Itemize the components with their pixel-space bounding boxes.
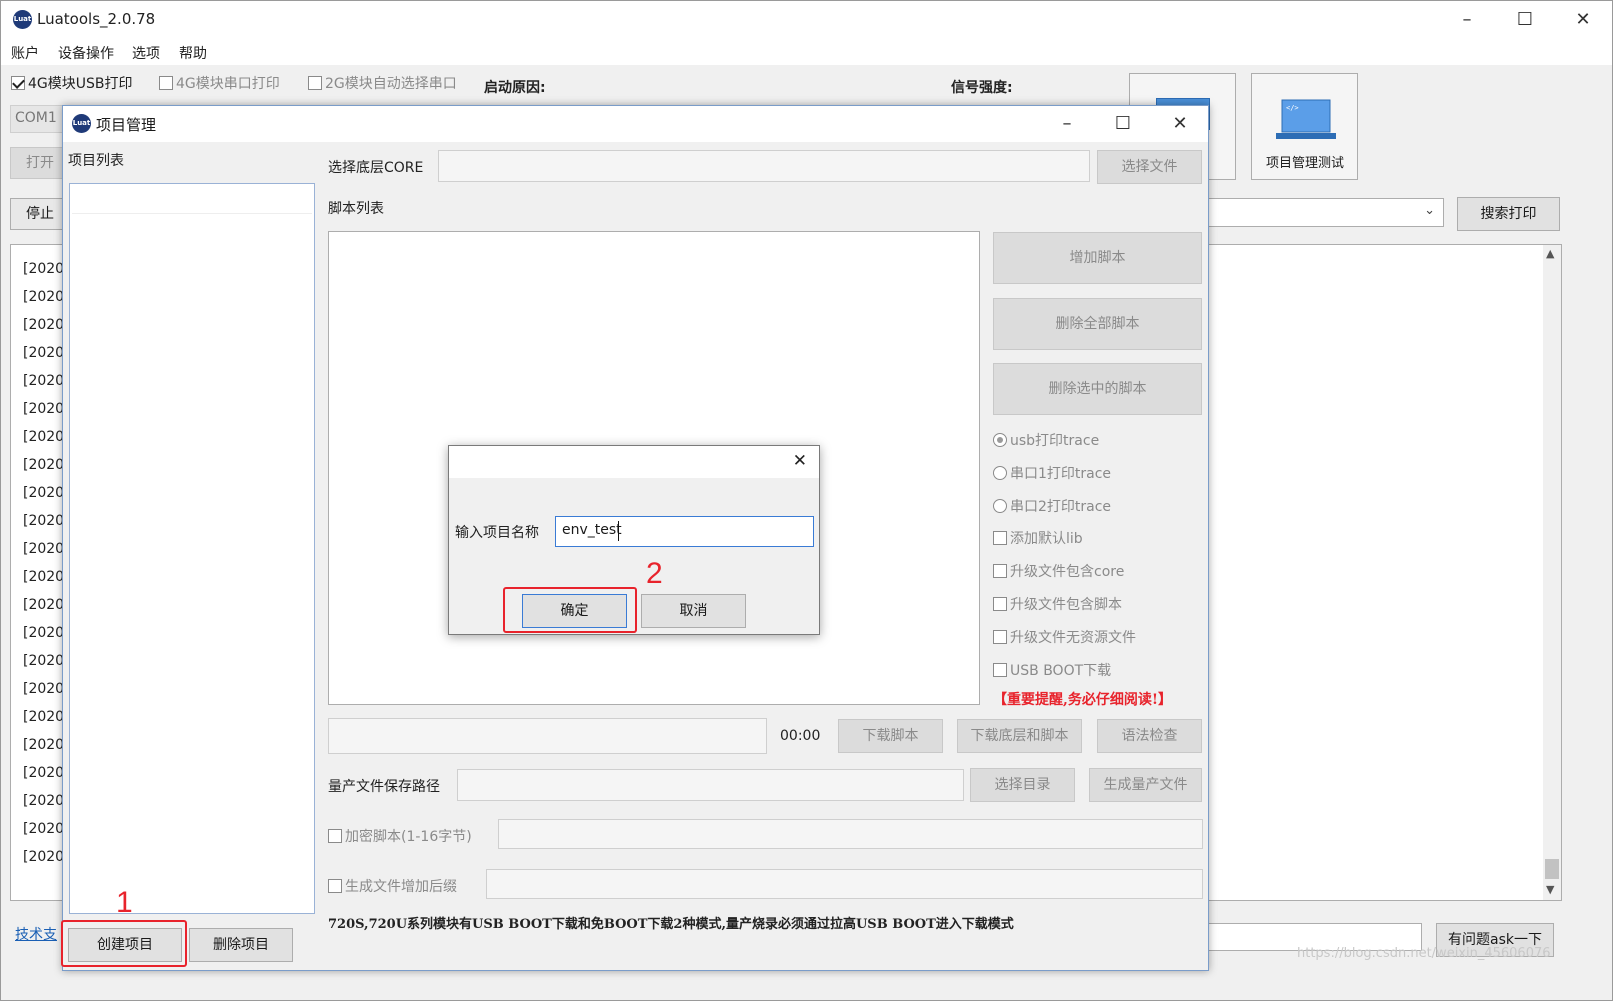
footer-note: 720S,720U系列模块有USB BOOT下载和免BOOT下载2种模式,量产烧…: [328, 917, 1014, 932]
download-progress-bar: [328, 718, 767, 754]
scroll-up-icon[interactable]: ▲: [1546, 247, 1554, 260]
include-script-option[interactable]: 升级文件包含脚本: [993, 594, 1122, 614]
signal-strength-label: 信号强度:: [951, 80, 1013, 96]
menu-bar: 账户 设备操作 选项 帮助: [1, 39, 1612, 65]
select-dir-button[interactable]: 选择目录: [970, 768, 1075, 802]
luat-logo-icon: Luat: [72, 114, 91, 133]
production-path-field[interactable]: [457, 769, 964, 801]
checkbox-icon[interactable]: [328, 829, 342, 843]
app-title: Luatools_2.0.78: [37, 10, 156, 28]
maximize-icon[interactable]: ☐: [1496, 1, 1554, 39]
select-core-label: 选择底层CORE: [328, 160, 424, 176]
menu-help[interactable]: 帮助: [179, 43, 207, 63]
include-core-option[interactable]: 升级文件包含core: [993, 561, 1124, 581]
menu-options[interactable]: 选项: [132, 43, 160, 63]
svg-text:</>: </>: [1286, 104, 1299, 112]
checkbox-icon[interactable]: [993, 630, 1007, 644]
step1-number: 1: [116, 886, 133, 919]
usb-boot-option[interactable]: USB BOOT下载: [993, 660, 1111, 680]
boot-reason-label: 启动原因:: [484, 80, 546, 96]
serial-print-option[interactable]: 4G模块串口打印: [159, 73, 280, 93]
main-title-bar: Luat Luatools_2.0.78 – ☐ ✕: [1, 1, 1612, 39]
project-test-label: 项目管理测试: [1266, 156, 1345, 171]
add-script-button[interactable]: 增加脚本: [993, 232, 1202, 284]
delete-project-button[interactable]: 删除项目: [189, 928, 293, 962]
minimize-icon[interactable]: –: [1038, 106, 1096, 142]
chevron-down-icon: ⌄: [1424, 203, 1435, 218]
project-name-label: 输入项目名称: [455, 525, 539, 541]
select-file-button[interactable]: 选择文件: [1097, 150, 1202, 184]
uart1-trace-option[interactable]: 串口1打印trace: [993, 463, 1111, 483]
checkbox-icon[interactable]: [159, 76, 173, 90]
no-resource-option[interactable]: 升级文件无资源文件: [993, 627, 1136, 647]
generate-production-button[interactable]: 生成量产文件: [1089, 768, 1202, 802]
checkbox-icon[interactable]: [308, 76, 322, 90]
cancel-button[interactable]: 取消: [641, 594, 746, 628]
menu-account[interactable]: 账户: [11, 43, 39, 63]
close-icon[interactable]: ✕: [793, 451, 807, 471]
radio-selected-icon[interactable]: [993, 433, 1007, 447]
open-button[interactable]: 打开: [10, 147, 70, 179]
project-test-tile[interactable]: </> 项目管理测试: [1251, 73, 1358, 180]
maximize-icon[interactable]: ☐: [1094, 106, 1152, 142]
checkbox-icon[interactable]: [993, 597, 1007, 611]
core-path-field[interactable]: [438, 150, 1090, 182]
luatools-main-window: Luat Luatools_2.0.78 – ☐ ✕ 账户 设备操作 选项 帮助…: [0, 0, 1613, 1001]
text-cursor: [618, 521, 619, 541]
syntax-check-button[interactable]: 语法检查: [1097, 719, 1202, 753]
delete-selected-scripts-button[interactable]: 删除选中的脚本: [993, 363, 1202, 415]
add-default-lib-option[interactable]: 添加默认lib: [993, 528, 1083, 548]
watermark-text: https://blog.csdn.net/weixin_45606076: [1297, 946, 1551, 961]
elapsed-time: 00:00: [780, 728, 821, 744]
download-core-script-button[interactable]: 下载底层和脚本: [957, 719, 1082, 753]
tech-support-link[interactable]: 技术支: [15, 924, 57, 944]
step2-highlight: [503, 587, 637, 633]
stop-button[interactable]: 停止: [10, 198, 70, 230]
download-script-button[interactable]: 下载脚本: [838, 719, 943, 753]
delete-all-scripts-button[interactable]: 删除全部脚本: [993, 298, 1202, 350]
menu-device-ops[interactable]: 设备操作: [58, 43, 114, 63]
encrypt-key-field[interactable]: [498, 819, 1203, 849]
step1-highlight: [61, 920, 187, 967]
usb-trace-option[interactable]: usb打印trace: [993, 430, 1099, 450]
project-manager-title-bar: Luat 项目管理 – ☐ ✕: [63, 106, 1208, 142]
project-list[interactable]: [69, 183, 315, 914]
search-print-button[interactable]: 搜索打印: [1457, 197, 1560, 231]
step2-number: 2: [646, 557, 663, 590]
project-manager-title: 项目管理: [96, 116, 157, 134]
project-list-label: 项目列表: [68, 153, 124, 169]
checkbox-icon[interactable]: [993, 564, 1007, 578]
radio-icon[interactable]: [993, 466, 1007, 480]
project-list-item[interactable]: [72, 186, 312, 214]
script-list-label: 脚本列表: [328, 201, 384, 217]
uart2-trace-option[interactable]: 串口2打印trace: [993, 496, 1111, 516]
checkbox-icon[interactable]: [993, 531, 1007, 545]
radio-icon[interactable]: [993, 499, 1007, 513]
minimize-icon[interactable]: –: [1438, 1, 1496, 39]
project-name-input[interactable]: env_test: [555, 516, 814, 547]
dialog-title-bar: ✕: [449, 446, 819, 478]
encrypt-script-option[interactable]: 加密脚本(1-16字节): [328, 826, 472, 846]
auto-select-option[interactable]: 2G模块自动选择串口: [308, 73, 457, 93]
close-icon[interactable]: ✕: [1151, 106, 1209, 142]
search-dropdown[interactable]: ⌄: [1201, 198, 1444, 227]
checkbox-checked-icon[interactable]: [11, 76, 25, 90]
add-suffix-option[interactable]: 生成文件增加后缀: [328, 876, 457, 896]
important-notice-link[interactable]: 【重要提醒,务必仔细阅读!】: [993, 689, 1172, 709]
scroll-down-icon[interactable]: ▼: [1546, 883, 1554, 896]
close-icon[interactable]: ✕: [1554, 1, 1612, 39]
suffix-field[interactable]: [486, 869, 1203, 899]
checkbox-icon[interactable]: [993, 663, 1007, 677]
usb-print-option[interactable]: 4G模块USB打印: [11, 73, 133, 93]
luat-logo-icon: Luat: [13, 10, 32, 29]
checkbox-icon[interactable]: [328, 879, 342, 893]
com-port-select[interactable]: COM1: [10, 105, 70, 133]
production-path-label: 量产文件保存路径: [328, 779, 440, 795]
log-scrollbar[interactable]: ▲ ▼: [1543, 245, 1561, 900]
laptop-code-icon: </>: [1276, 99, 1336, 139]
scroll-thumb[interactable]: [1545, 859, 1559, 879]
